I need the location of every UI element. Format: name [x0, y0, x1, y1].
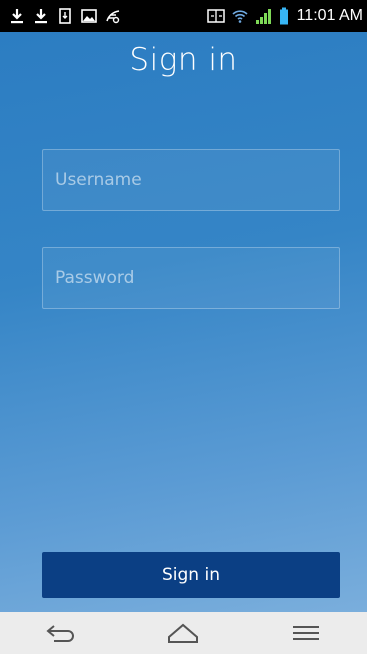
username-field — [42, 149, 340, 211]
wifi-icon — [231, 7, 249, 25]
sign-in-button[interactable]: Sign in — [42, 552, 340, 598]
screen-mirror-icon — [206, 7, 225, 25]
status-bar: 11:01 AM — [0, 0, 367, 32]
back-button[interactable] — [31, 612, 91, 654]
navigation-bar — [0, 612, 367, 654]
download-icon — [8, 7, 26, 25]
home-button[interactable] — [153, 612, 213, 654]
password-field — [42, 247, 340, 309]
menu-icon — [292, 626, 319, 640]
page-title: Sign in — [129, 42, 238, 78]
battery-icon — [279, 7, 289, 25]
system-icons: 11:01 AM — [206, 7, 363, 25]
back-icon — [46, 625, 75, 642]
notification-icons — [8, 7, 122, 25]
signal-icon — [255, 7, 273, 25]
password-input[interactable] — [43, 248, 339, 308]
home-icon — [168, 623, 199, 643]
sign-in-screen: 11:01 AM Sign in Sign in — [0, 0, 367, 654]
image-icon — [80, 7, 98, 25]
sign-in-panel: Sign in Sign in — [0, 32, 367, 612]
sd-card-icon — [56, 7, 74, 25]
tag-icon — [104, 7, 122, 25]
download-icon — [32, 7, 50, 25]
username-input[interactable] — [43, 150, 339, 210]
menu-button[interactable] — [276, 612, 336, 654]
status-time: 11:01 AM — [296, 7, 363, 24]
